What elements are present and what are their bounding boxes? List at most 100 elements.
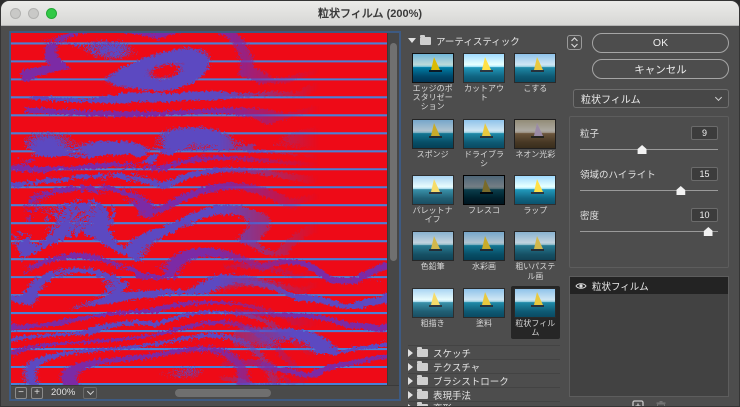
sailboat-thumbnail — [412, 53, 454, 83]
zoom-button[interactable] — [46, 8, 57, 19]
filter-thumb-sponge[interactable]: スポンジ — [408, 117, 457, 170]
caret-right-icon — [408, 377, 413, 385]
filter-thumb-film-grain[interactable]: 粒状フィルム — [511, 286, 560, 339]
param-grain: 粒子 9 — [580, 126, 718, 156]
category-sketch[interactable]: スケッチ — [408, 345, 560, 359]
sailboat-thumbnail — [463, 53, 505, 83]
param-highlight-label: 領域のハイライト — [580, 167, 691, 181]
slider-thumb[interactable] — [676, 186, 685, 195]
filter-thumb-paint-daubs[interactable]: 塗料 — [459, 286, 508, 339]
filter-thumb-palette-knife[interactable]: パレットナイフ — [408, 173, 457, 226]
sailboat-thumbnail — [514, 288, 556, 318]
caret-right-icon — [408, 391, 413, 399]
sailboat-thumbnail — [514, 175, 556, 205]
caret-down-icon — [408, 38, 416, 43]
filter-thumb-underpainting[interactable]: 粗描き — [408, 286, 457, 339]
param-intensity: 密度 10 — [580, 208, 718, 238]
slider-thumb[interactable] — [704, 227, 713, 236]
slider-thumb[interactable] — [638, 145, 647, 154]
effect-layers-list: 粒状フィルム — [569, 276, 729, 397]
effect-layer-name: 粒状フィルム — [592, 279, 649, 293]
sailboat-thumbnail — [463, 175, 505, 205]
filter-thumb-colored-pencil[interactable]: 色鉛筆 — [408, 229, 457, 282]
category-texture[interactable]: テクスチャ — [408, 359, 560, 373]
filter-parameters: 粒子 9 領域のハイライト 15 — [569, 116, 729, 268]
horizontal-scrollbar-thumb[interactable] — [175, 389, 271, 397]
filter-thumb-neon-glow[interactable]: ネオン光彩 — [511, 117, 560, 170]
category-artistic-header[interactable]: アーティスティック — [408, 33, 560, 48]
effect-layers-toolbar — [567, 397, 731, 407]
caret-right-icon — [408, 363, 413, 371]
param-grain-value[interactable]: 9 — [691, 126, 718, 140]
filter-thumb-cutout[interactable]: カットアウト — [459, 51, 508, 114]
sailboat-thumbnail — [412, 231, 454, 261]
ok-button[interactable]: OK — [592, 33, 729, 53]
filter-gallery-dialog: 粒状フィルム (200%) — [0, 0, 740, 407]
caret-right-icon — [408, 349, 413, 357]
folder-icon — [417, 377, 428, 385]
folder-open-icon — [420, 37, 431, 45]
sailboat-thumbnail — [514, 53, 556, 83]
sailboat-thumbnail — [463, 231, 505, 261]
param-grain-label: 粒子 — [580, 126, 691, 140]
vertical-scrollbar-thumb[interactable] — [390, 43, 397, 261]
cancel-button[interactable]: キャンセル — [592, 59, 729, 79]
filter-select-value: 粒状フィルム — [581, 91, 641, 106]
sailboat-thumbnail — [412, 288, 454, 318]
filter-thumb-dry-brush[interactable]: ドライブラシ — [459, 117, 508, 170]
preview-vertical-scrollbar[interactable] — [387, 33, 399, 385]
filter-thumb-fresco[interactable]: フレスコ — [459, 173, 508, 226]
filter-thumb-smudge-stick[interactable]: こする — [511, 51, 560, 114]
delete-effect-layer-icon — [656, 401, 666, 407]
sailboat-thumbnail — [463, 288, 505, 318]
category-brush-strokes[interactable]: ブラシストローク — [408, 373, 560, 387]
filter-thumb-rough-pastels[interactable]: 粗いパステル画 — [511, 229, 560, 282]
category-distort[interactable]: 変形 — [408, 401, 560, 407]
zoom-menu-button[interactable] — [83, 387, 97, 399]
chevron-down-icon — [87, 388, 94, 395]
new-effect-layer-icon[interactable] — [632, 400, 644, 407]
zoom-level-label: 200% — [51, 387, 75, 398]
folder-icon — [417, 363, 428, 371]
category-stylize[interactable]: 表現手法 — [408, 387, 560, 401]
zoom-out-button[interactable]: − — [15, 387, 27, 399]
effect-layer-row[interactable]: 粒状フィルム — [570, 277, 728, 294]
sailboat-thumbnail — [514, 231, 556, 261]
chevron-down-icon — [715, 94, 722, 101]
category-label: アーティスティック — [436, 34, 520, 48]
sailboat-thumbnail — [412, 119, 454, 149]
filter-select-dropdown[interactable]: 粒状フィルム — [573, 89, 729, 108]
preview-canvas[interactable] — [11, 33, 387, 385]
sailboat-thumbnail — [463, 119, 505, 149]
param-grain-slider[interactable] — [580, 144, 718, 156]
titlebar: 粒状フィルム (200%) — [1, 1, 739, 26]
folder-icon — [417, 349, 428, 357]
param-highlight-value[interactable]: 15 — [691, 167, 718, 181]
param-highlight-slider[interactable] — [580, 185, 718, 197]
filter-list-panel: アーティスティック エッジのポスタリゼーション カットアウト こする スポン — [408, 31, 560, 407]
collapse-thumbnails-button[interactable] — [567, 35, 582, 50]
filter-thumb-plastic-wrap[interactable]: ラップ — [511, 173, 560, 226]
window-title: 粒状フィルム (200%) — [318, 5, 422, 21]
filter-thumb-poster-edges[interactable]: エッジのポスタリゼーション — [408, 51, 457, 114]
preview-statusbar: − + 200% — [11, 385, 399, 399]
folder-icon — [417, 391, 428, 399]
param-intensity-label: 密度 — [580, 208, 691, 222]
collapsed-category-list: スケッチ テクスチャ ブラシストローク 表現手法 — [408, 345, 560, 407]
settings-panel: OK キャンセル 粒状フィルム 粒子 9 — [567, 31, 731, 407]
eye-icon[interactable] — [575, 282, 587, 290]
close-button[interactable] — [10, 8, 21, 19]
param-intensity-slider[interactable] — [580, 226, 718, 238]
sailboat-thumbnail — [514, 119, 556, 149]
sailboat-thumbnail — [412, 175, 454, 205]
minimize-button[interactable] — [28, 8, 39, 19]
param-intensity-value[interactable]: 10 — [691, 208, 718, 222]
zoom-in-button[interactable]: + — [31, 387, 43, 399]
double-chevron-icon — [570, 37, 579, 48]
param-highlight-area: 領域のハイライト 15 — [580, 167, 718, 197]
preview-pane: − + 200% — [9, 31, 401, 401]
filter-thumb-watercolor[interactable]: 水彩画 — [459, 229, 508, 282]
preview-image — [11, 33, 387, 385]
filter-thumbnail-grid: エッジのポスタリゼーション カットアウト こする スポンジ ドライブラシ — [408, 51, 560, 339]
preview-horizontal-scrollbar[interactable] — [107, 389, 389, 397]
